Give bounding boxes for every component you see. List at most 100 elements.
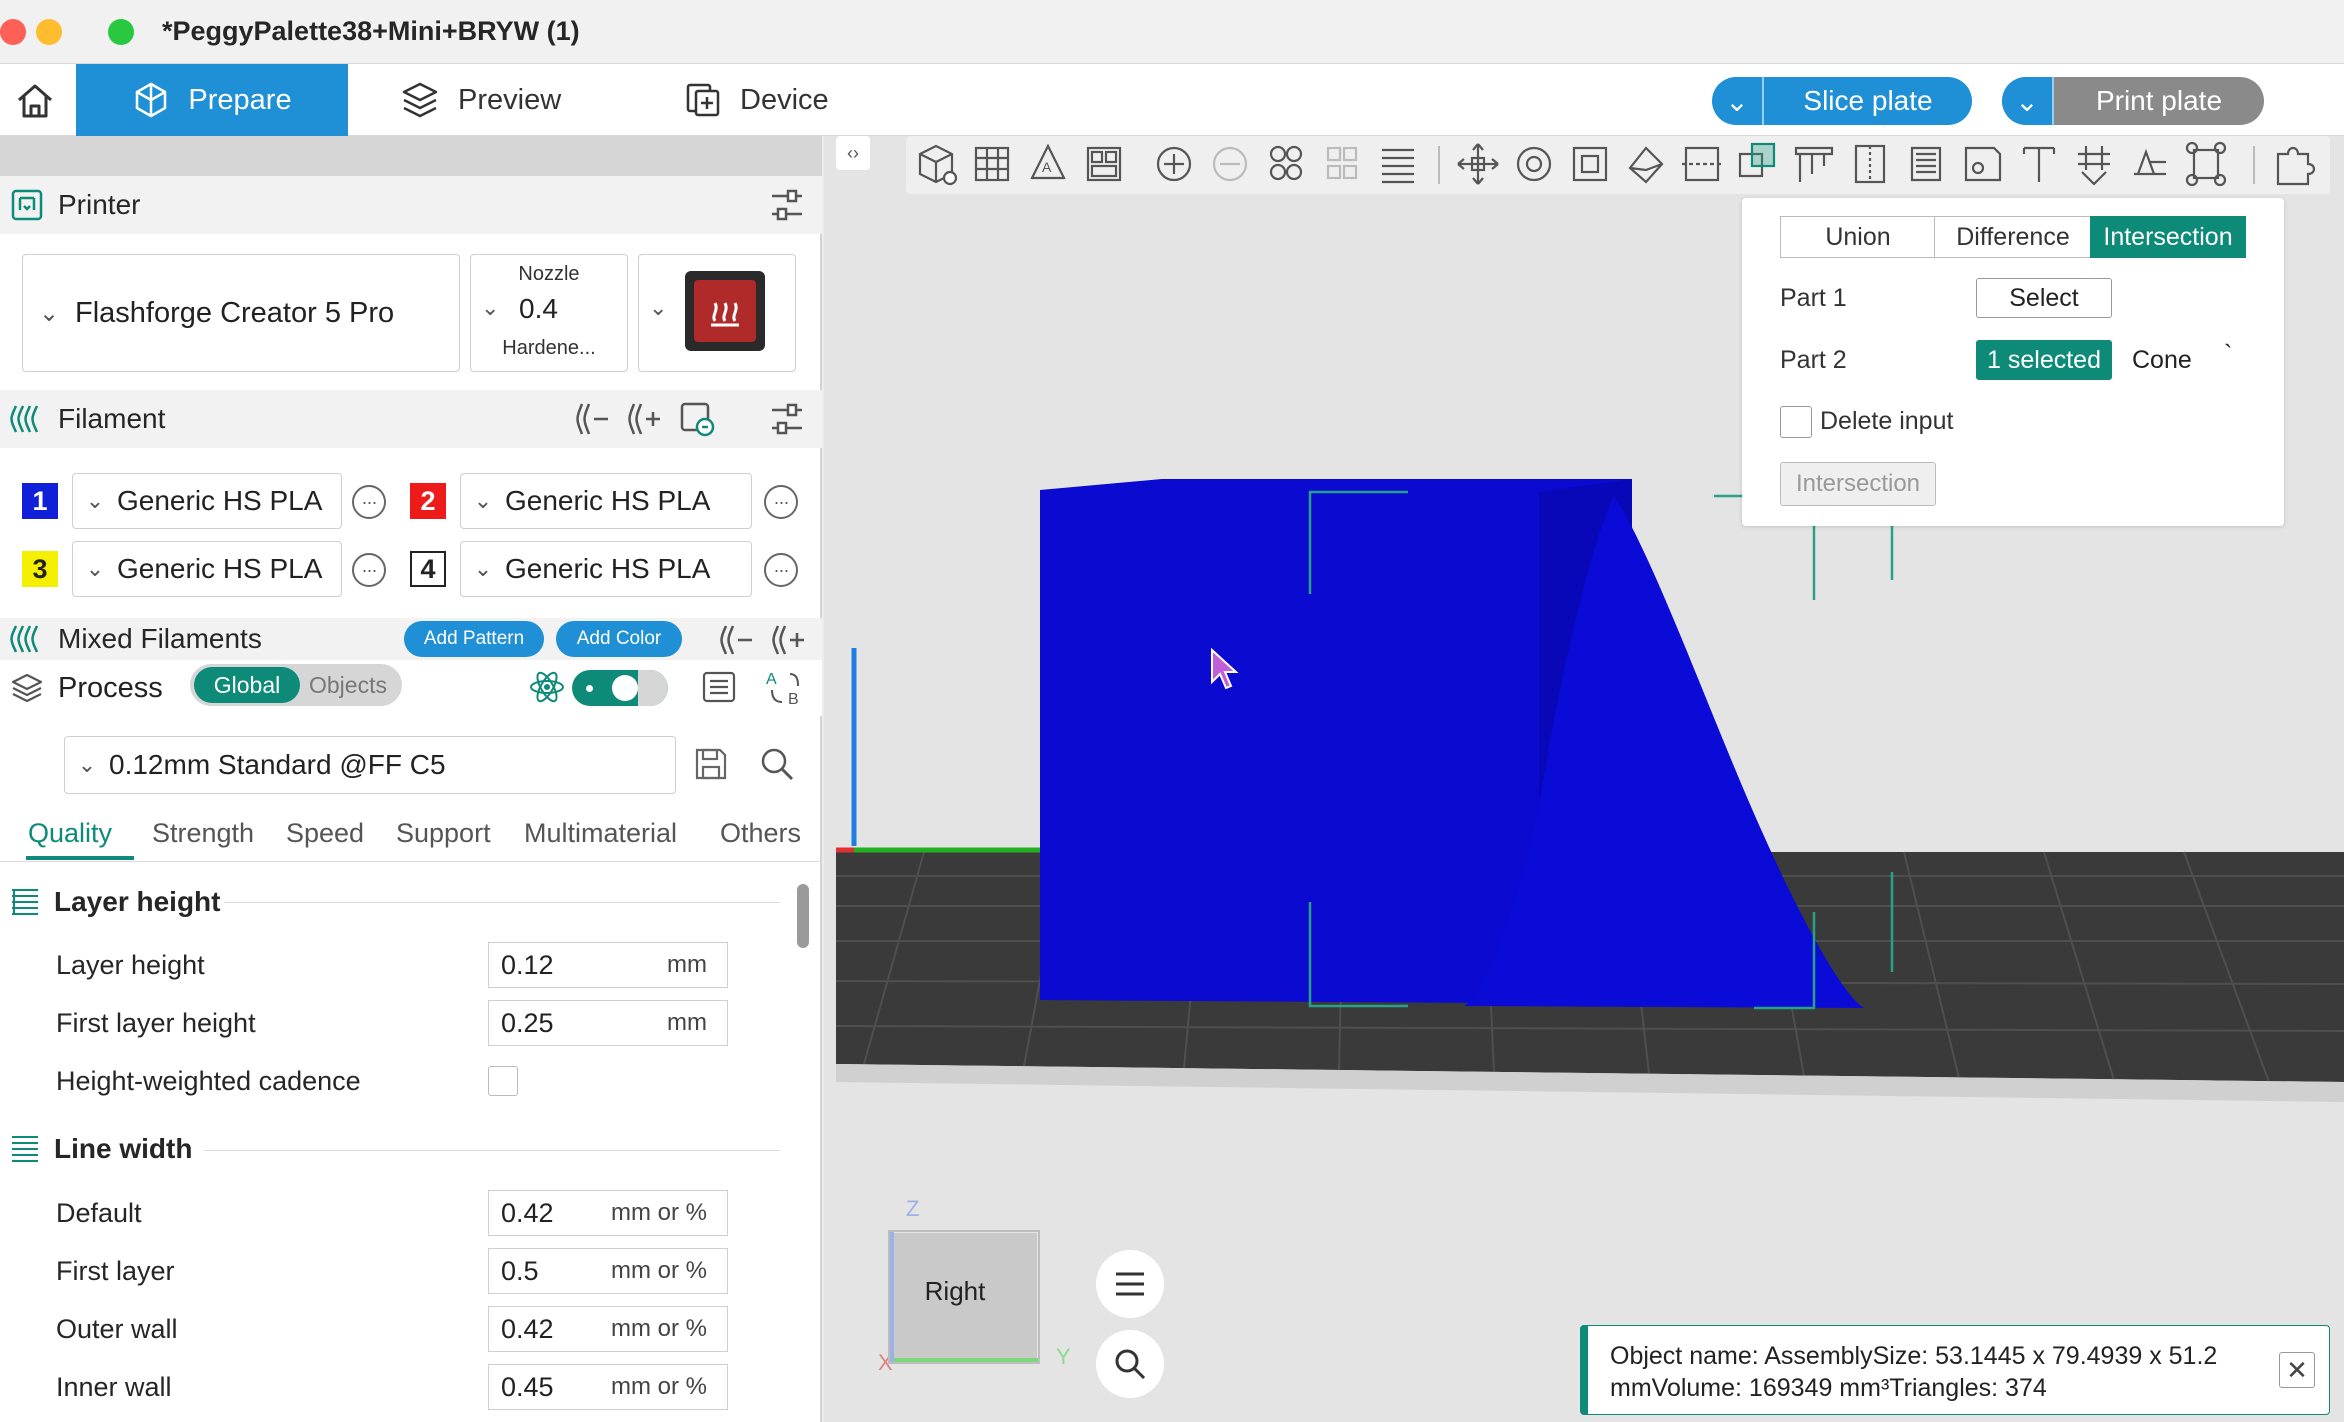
filament-settings-icon[interactable] (768, 400, 806, 438)
outer-wall-line-width-label: Outer wall (56, 1314, 178, 1344)
union-button[interactable]: Union (1780, 216, 1936, 258)
object-info-line2: mmVolume: 169349 mm³Triangles: 374 (1610, 1374, 2047, 1402)
svg-text:B: B (788, 691, 799, 708)
toggle-objects[interactable]: Objects (300, 667, 396, 703)
tab-preview[interactable]: Preview (400, 64, 620, 136)
printer-section-title: Printer (58, 189, 141, 220)
outer-wall-line-width-input[interactable]: 0.42 mm or % (488, 1306, 728, 1352)
filament-slot-3-select[interactable]: ⌄ Generic HS PLA (72, 541, 342, 597)
save-preset-icon[interactable] (692, 745, 730, 783)
add-mixed-icon[interactable] (770, 622, 806, 658)
measure-icon (2078, 146, 2110, 186)
remove-mixed-icon[interactable] (718, 622, 754, 658)
puzzle-icon (2276, 146, 2316, 186)
seam-paint-icon (1854, 144, 1886, 184)
zoom-window-button[interactable] (108, 19, 134, 45)
slice-dropdown-chevron-icon[interactable]: ⌄ (1712, 77, 1764, 125)
part2-select-button[interactable]: 1 selected (1976, 340, 2112, 380)
first-layer-line-width-input[interactable]: 0.5 mm or % (488, 1248, 728, 1294)
process-list-icon[interactable] (700, 668, 738, 706)
part1-select-button[interactable]: Select (1976, 278, 2112, 318)
inner-wall-line-width-input[interactable]: 0.45 mm or % (488, 1364, 728, 1410)
scale-icon (1572, 146, 1608, 182)
printer-settings-icon[interactable] (768, 186, 806, 224)
add-pattern-button[interactable]: Add Pattern (404, 621, 544, 657)
filament-slot-2-more-icon[interactable]: ··· (764, 485, 798, 519)
apply-intersection-button[interactable]: Intersection (1780, 462, 1936, 506)
compare-ab-icon[interactable]: AB (764, 668, 804, 708)
active-tab-underline (26, 856, 134, 860)
filament-slot-4-number[interactable]: 4 (410, 551, 446, 587)
device-icon (686, 83, 720, 117)
filament-slot-3-number[interactable]: 3 (22, 551, 58, 587)
filament-slot-1-more-icon[interactable]: ··· (352, 485, 386, 519)
tab-strength[interactable]: Strength (152, 818, 254, 849)
tab-speed[interactable]: Speed (286, 818, 364, 849)
view-cube[interactable]: Right (888, 1230, 1040, 1364)
slice-plate-button[interactable]: ⌄ Slice plate (1712, 77, 1972, 125)
advanced-toggle-switch[interactable] (572, 670, 668, 706)
view-menu-button[interactable] (1096, 1250, 1164, 1318)
tabs-divider (0, 861, 822, 862)
default-line-width-input[interactable]: 0.42 mm or % (488, 1190, 728, 1236)
nozzle-type: Hardene... (502, 337, 596, 359)
lay-on-face-icon (1628, 146, 1664, 184)
filament-slot-4-select[interactable]: ⌄ Generic HS PLA (460, 541, 752, 597)
layer-height-input[interactable]: 0.12 mm (488, 942, 728, 988)
intersection-mode-button[interactable]: Intersection (2090, 216, 2246, 258)
minimize-window-button[interactable] (36, 19, 62, 45)
filament-slot-2-select[interactable]: ⌄ Generic HS PLA (460, 473, 752, 529)
close-window-button[interactable] (0, 19, 26, 45)
outer-wall-line-width-value: 0.42 (501, 1313, 554, 1344)
search-icon[interactable] (758, 745, 796, 783)
tab-prepare[interactable]: Prepare (76, 64, 348, 136)
filament-section-title: Filament (58, 403, 166, 434)
svg-text:A: A (1042, 159, 1052, 175)
add-plate-icon (974, 146, 1010, 182)
filament-slot-2-name: Generic HS PLA (505, 485, 711, 516)
filament-slot-3-more-icon[interactable]: ··· (352, 553, 386, 587)
tab-support[interactable]: Support (396, 818, 491, 849)
settings-scrollbar[interactable] (797, 884, 809, 948)
line-width-group-title: Line width (54, 1133, 193, 1164)
collapse-sidebar-icon[interactable]: ‹› (836, 136, 870, 170)
tab-multimaterial[interactable]: Multimaterial (524, 818, 677, 849)
advanced-atom-icon[interactable] (528, 668, 566, 706)
first-layer-height-input[interactable]: 0.25 mm (488, 1000, 728, 1046)
view-cube-face-label: Right (924, 1276, 986, 1306)
filament-slot-1-number[interactable]: 1 (22, 483, 58, 519)
printer-section-header: Printer (0, 176, 822, 234)
filament-slot-2-number[interactable]: 2 (410, 483, 446, 519)
height-weighted-cadence-checkbox[interactable] (488, 1066, 518, 1096)
add-filament-icon[interactable] (626, 400, 664, 438)
toggle-global[interactable]: Global (194, 667, 300, 703)
delete-input-checkbox[interactable] (1780, 406, 1812, 438)
home-icon[interactable] (14, 80, 56, 122)
chevron-down-icon: ⌄ (481, 295, 500, 320)
close-notification-icon[interactable]: ✕ (2279, 1352, 2315, 1388)
bed-plate-select[interactable]: ⌄ (638, 254, 796, 372)
print-dropdown-chevron-icon[interactable]: ⌄ (2002, 77, 2054, 125)
zoom-to-fit-button[interactable] (1096, 1330, 1164, 1398)
add-color-button[interactable]: Add Color (556, 621, 682, 657)
filament-slot-1-select[interactable]: ⌄ Generic HS PLA (72, 473, 342, 529)
sync-filament-icon[interactable] (678, 400, 716, 438)
mixed-filament-icon (10, 625, 39, 653)
line-width-group-icon (10, 1133, 40, 1163)
nozzle-value: 0.4 (519, 293, 558, 324)
filament-slot-4-more-icon[interactable]: ··· (764, 553, 798, 587)
nozzle-select[interactable]: Nozzle ⌄ 0.4 Hardene... (470, 254, 628, 372)
remove-filament-icon[interactable] (574, 400, 612, 438)
printer-select[interactable]: ⌄ Flashforge Creator 5 Pro (22, 254, 460, 372)
tab-others[interactable]: Others (720, 818, 801, 849)
process-title: Process (58, 671, 163, 704)
first-layer-line-width-label: First layer (56, 1256, 175, 1286)
process-layers-icon (11, 673, 43, 703)
unit-label: mm or % (611, 1373, 707, 1400)
print-plate-button[interactable]: ⌄ Print plate (2002, 77, 2264, 125)
difference-button[interactable]: Difference (1934, 216, 2092, 258)
process-preset-select[interactable]: ⌄ 0.12mm Standard @FF C5 (64, 736, 676, 794)
tab-device[interactable]: Device (684, 64, 884, 136)
layer-height-value: 0.12 (501, 949, 554, 980)
tab-quality[interactable]: Quality (28, 818, 112, 849)
